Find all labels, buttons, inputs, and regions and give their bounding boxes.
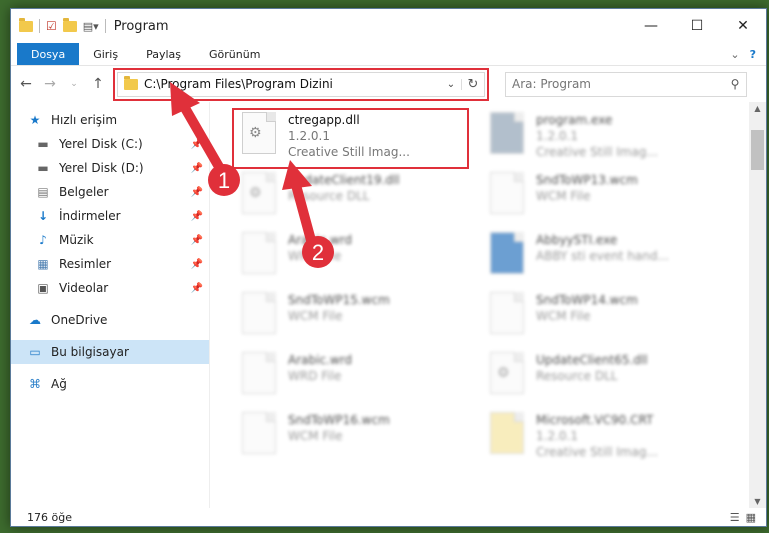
file-icon: [490, 292, 524, 334]
tiles-view-icon[interactable]: ▦: [746, 511, 756, 524]
file-item[interactable]: SndToWP14.wcm WCM File: [486, 292, 706, 342]
item-count: 176 öğe: [27, 510, 72, 524]
exe-file-icon: [490, 112, 524, 154]
file-item[interactable]: SndToWP16.wcm WCM File: [238, 412, 458, 462]
vertical-scrollbar[interactable]: ▲ ▼: [749, 102, 766, 508]
close-button[interactable]: ✕: [720, 9, 766, 43]
scroll-up-icon[interactable]: ▲: [749, 104, 766, 113]
folder-icon: [19, 17, 33, 32]
file-item[interactable]: Arabic.wrd WRD File: [238, 352, 458, 402]
search-box[interactable]: ⚲: [505, 71, 747, 97]
pin-icon[interactable]: 📌: [191, 235, 203, 246]
pin-icon[interactable]: 📌: [191, 187, 203, 198]
dll-file-icon: ⚙: [242, 172, 276, 214]
file-icon: [490, 172, 524, 214]
window-title: Program: [113, 18, 169, 34]
maximize-button[interactable]: ☐: [674, 9, 720, 43]
address-bar[interactable]: C:\Program Files\Program Dizini ⌄ ↻: [113, 67, 489, 101]
help-icon[interactable]: ?: [750, 48, 756, 61]
music-icon: ♪: [39, 233, 47, 247]
pin-icon[interactable]: 📌: [191, 139, 203, 150]
minimize-button[interactable]: —: [628, 9, 674, 43]
recent-locations-icon[interactable]: ⌄: [65, 79, 83, 89]
download-icon: ↓: [37, 209, 49, 223]
address-dropdown-icon[interactable]: ⌄: [441, 78, 462, 90]
navigation-pane: ★ Hızlı erişim ▬ Yerel Disk (C:) 📌 ▬ Yer…: [11, 102, 210, 508]
file-item[interactable]: SndToWP15.wcm WCM File: [238, 292, 458, 342]
details-view-icon[interactable]: ☰: [730, 511, 740, 524]
network-icon: ⌘: [29, 377, 41, 391]
drive-icon: ▬: [37, 137, 49, 151]
star-icon: ★: [29, 113, 41, 127]
sidebar-item-disk-d[interactable]: ▬ Yerel Disk (D:) 📌: [11, 156, 209, 180]
window-controls: — ☐ ✕: [628, 9, 766, 43]
sidebar-item-disk-c[interactable]: ▬ Yerel Disk (C:) 📌: [11, 132, 209, 156]
sidebar-item-this-pc[interactable]: ▭ Bu bilgisayar: [11, 340, 209, 364]
file-item[interactable]: Arabic.wrd WRD File: [238, 232, 458, 282]
pin-icon[interactable]: 📌: [191, 211, 203, 222]
sidebar-item-pictures[interactable]: ▦ Resimler 📌: [11, 252, 209, 276]
pin-icon[interactable]: 📌: [191, 259, 203, 270]
file-item[interactable]: program.exe 1.2.0.1 Creative Still Imag.…: [486, 112, 706, 162]
explorer-window: ☑ ▤▾ Program — ☐ ✕ Dosya Giriş Paylaş Gö…: [10, 8, 767, 527]
file-icon: [490, 412, 524, 454]
tab-home[interactable]: Giriş: [79, 43, 132, 65]
ribbon-tabs: Dosya Giriş Paylaş Görünüm ⌄ ?: [11, 43, 766, 66]
file-icon: [242, 412, 276, 454]
search-icon[interactable]: ⚲: [724, 77, 746, 91]
exe-file-icon: [490, 232, 524, 274]
sidebar-item-network[interactable]: ⌘ Ağ: [11, 372, 209, 396]
sidebar-item-documents[interactable]: ▤ Belgeler 📌: [11, 180, 209, 204]
file-item[interactable]: ⚙ UpdateClient65.dll Resource DLL: [486, 352, 706, 402]
drive-icon: ▬: [37, 161, 49, 175]
address-row: ← → ⌄ ↑ C:\Program Files\Program Dizini …: [11, 66, 766, 102]
ribbon-collapse-icon[interactable]: ⌄: [730, 48, 739, 61]
refresh-icon[interactable]: ↻: [462, 77, 484, 92]
gear-icon: ⚙: [249, 185, 262, 201]
properties-icon[interactable]: ☑: [46, 19, 57, 33]
sidebar-item-downloads[interactable]: ↓ İndirmeler 📌: [11, 204, 209, 228]
file-icon: [242, 232, 276, 274]
scrollbar-thumb[interactable]: [751, 130, 764, 170]
folder-icon: [124, 75, 138, 90]
customize-icon[interactable]: ▤▾: [83, 20, 99, 33]
pin-icon[interactable]: 📌: [191, 163, 203, 174]
file-highlight: [232, 108, 469, 169]
file-icon: [242, 292, 276, 334]
forward-arrow-icon[interactable]: →: [41, 76, 59, 92]
file-item[interactable]: SndToWP13.wcm WCM File: [486, 172, 706, 222]
search-input[interactable]: [506, 76, 724, 92]
title-bar: ☑ ▤▾ Program — ☐ ✕: [11, 9, 766, 43]
status-bar: 176 öğe ☰ ▦: [11, 508, 766, 526]
tab-view[interactable]: Görünüm: [195, 43, 274, 65]
sidebar-item-music[interactable]: ♪ Müzik 📌: [11, 228, 209, 252]
file-item[interactable]: Microsoft.VC90.CRT 1.2.0.1 Creative Stil…: [486, 412, 706, 462]
sidebar-item-videos[interactable]: ▣ Videolar 📌: [11, 276, 209, 300]
file-icon: [242, 352, 276, 394]
dll-file-icon: ⚙: [490, 352, 524, 394]
file-item[interactable]: ⚙ UpdateClient19.dll Resource DLL: [238, 172, 458, 222]
cloud-icon: ☁: [29, 313, 41, 327]
file-list: ⚙ ctregapp.dll 1.2.0.1 Creative Still Im…: [210, 102, 766, 508]
quick-access-toolbar: ☑ ▤▾: [11, 17, 106, 33]
new-folder-icon[interactable]: [62, 17, 77, 32]
documents-icon: ▤: [37, 185, 49, 199]
sidebar-item-onedrive[interactable]: ☁ OneDrive: [11, 308, 209, 332]
file-item[interactable]: AbbyySTI.exe ABBY sti event hand...: [486, 232, 706, 282]
pin-icon[interactable]: 📌: [191, 283, 203, 294]
gear-icon: ⚙: [497, 365, 510, 381]
tab-file[interactable]: Dosya: [17, 43, 80, 65]
video-icon: ▣: [37, 281, 49, 295]
computer-icon: ▭: [29, 345, 41, 359]
pictures-icon: ▦: [37, 257, 49, 271]
back-arrow-icon[interactable]: ←: [17, 76, 35, 92]
address-path[interactable]: C:\Program Files\Program Dizini: [144, 77, 333, 91]
tab-share[interactable]: Paylaş: [132, 43, 195, 65]
scroll-down-icon[interactable]: ▼: [749, 497, 766, 506]
up-arrow-icon[interactable]: ↑: [89, 76, 107, 92]
sidebar-item-quick-access[interactable]: ★ Hızlı erişim: [11, 108, 209, 132]
